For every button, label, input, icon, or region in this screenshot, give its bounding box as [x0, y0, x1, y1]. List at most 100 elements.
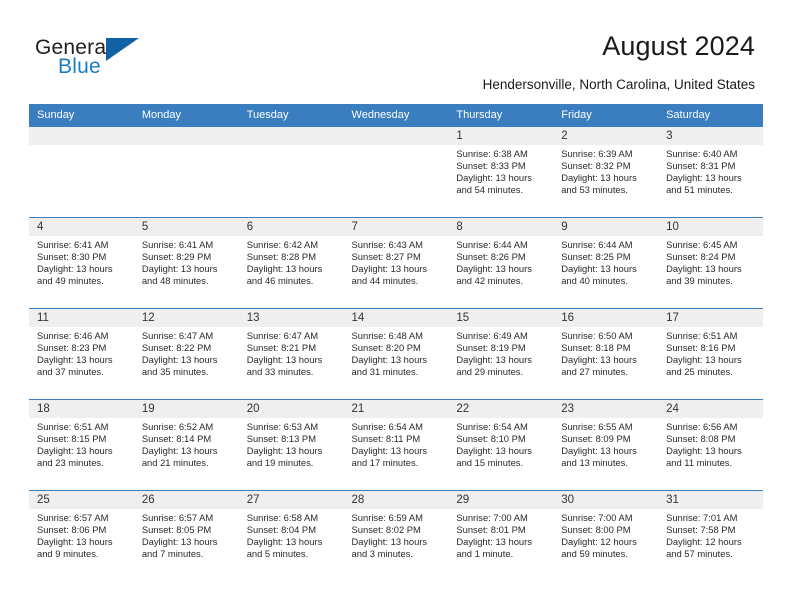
calendar-cell: 16 Sunrise: 6:50 AM Sunset: 8:18 PM Dayligh… [553, 308, 659, 400]
day-cell[interactable]: 1 Sunrise: 6:38 AM Sunset: 8:33 PM Daylight… [448, 127, 554, 216]
day-info-daylight-2: and 3 minutes. [351, 548, 414, 560]
day-cell[interactable]: 24 Sunrise: 6:56 AM Sunset: 8:08 PM Dayligh… [658, 400, 763, 489]
day-info-sunset: Sunset: 7:58 PM [666, 524, 736, 536]
day-info-sunrise: Sunrise: 6:58 AM [246, 512, 319, 523]
day-info-daylight-2: and 7 minutes. [141, 548, 204, 560]
calendar-cell: 15 Sunrise: 6:49 AM Sunset: 8:19 PM Dayligh… [448, 308, 554, 400]
day-sun-info: Sunrise: 6:52 AM Sunset: 8:14 PM Daylight:… [134, 418, 239, 469]
day-cell[interactable]: 23 Sunrise: 6:55 AM Sunset: 8:09 PM Dayligh… [553, 400, 659, 489]
calendar-empty-cell [133, 127, 239, 216]
day-info-sunset: Sunset: 8:29 PM [141, 251, 212, 263]
calendar-cell: 19 Sunrise: 6:52 AM Sunset: 8:14 PM Dayligh… [133, 399, 239, 491]
day-info-daylight-1: Daylight: 13 hours [561, 263, 637, 275]
day-number: 28 [343, 491, 449, 509]
day-info-sunrise: Sunrise: 6:56 AM [666, 421, 738, 432]
day-cell[interactable]: 26 Sunrise: 6:57 AM Sunset: 8:05 PM Dayligh… [133, 491, 239, 580]
day-info-daylight-1: Daylight: 13 hours [37, 445, 113, 457]
day-info-daylight-2: and 9 minutes. [37, 548, 99, 560]
day-cell[interactable]: 25 Sunrise: 6:57 AM Sunset: 8:06 PM Dayligh… [29, 491, 134, 580]
day-info-daylight-1: Daylight: 13 hours [246, 536, 323, 548]
day-info-daylight-1: Daylight: 13 hours [561, 172, 637, 184]
day-info-daylight-2: and 54 minutes. [456, 184, 524, 196]
calendar-cell: 7 Sunrise: 6:43 AM Sunset: 8:27 PM Daylight… [343, 217, 449, 309]
day-info-sunrise: Sunrise: 7:00 AM [456, 512, 528, 523]
day-sun-info: Sunrise: 6:58 AM Sunset: 8:04 PM Daylight:… [239, 509, 344, 560]
day-cell[interactable]: 6 Sunrise: 6:42 AM Sunset: 8:28 PM Daylight… [238, 218, 344, 307]
day-cell[interactable]: 20 Sunrise: 6:53 AM Sunset: 8:13 PM Dayligh… [238, 400, 344, 489]
day-sun-info: Sunrise: 6:45 AM Sunset: 8:24 PM Daylight:… [658, 236, 763, 287]
day-cell[interactable]: 19 Sunrise: 6:52 AM Sunset: 8:14 PM Dayligh… [133, 400, 239, 489]
calendar-empty-cell [29, 127, 134, 216]
day-info-daylight-1: Daylight: 13 hours [351, 354, 428, 366]
day-sun-info: Sunrise: 6:54 AM Sunset: 8:10 PM Daylight:… [448, 418, 553, 469]
weekday-header-monday: Monday [133, 104, 239, 127]
general-blue-logo[interactable]: General Blue [35, 36, 205, 86]
day-cell[interactable]: 18 Sunrise: 6:51 AM Sunset: 8:15 PM Dayligh… [29, 400, 134, 489]
day-info-sunrise: Sunrise: 7:01 AM [666, 512, 738, 523]
day-info-daylight-1: Daylight: 13 hours [666, 263, 742, 275]
day-info-sunset: Sunset: 8:15 PM [37, 433, 107, 445]
day-info-daylight-1: Daylight: 13 hours [456, 172, 532, 184]
day-info-daylight-1: Daylight: 13 hours [666, 354, 742, 366]
day-info-sunrise: Sunrise: 6:45 AM [666, 239, 738, 250]
day-cell[interactable]: 11 Sunrise: 6:46 AM Sunset: 8:23 PM Dayligh… [29, 309, 134, 398]
day-cell[interactable]: 8 Sunrise: 6:44 AM Sunset: 8:26 PM Daylight… [448, 218, 554, 307]
calendar-cell: 23 Sunrise: 6:55 AM Sunset: 8:09 PM Dayligh… [553, 399, 659, 491]
day-info-sunset: Sunset: 8:26 PM [456, 251, 526, 263]
day-sun-info: Sunrise: 6:59 AM Sunset: 8:02 PM Daylight:… [344, 509, 449, 560]
day-cell[interactable]: 30 Sunrise: 7:00 AM Sunset: 8:00 PM Dayligh… [553, 491, 659, 580]
day-sun-info: Sunrise: 7:01 AM Sunset: 7:58 PM Daylight:… [658, 509, 763, 560]
day-info-daylight-2: and 49 minutes. [37, 275, 104, 287]
calendar-cell [343, 127, 449, 218]
day-info-daylight-2: and 53 minutes. [561, 184, 628, 196]
day-info-daylight-2: and 46 minutes. [246, 275, 314, 287]
day-info-sunset: Sunset: 8:23 PM [37, 342, 107, 354]
day-number: 29 [448, 491, 554, 509]
calendar-cell: 28 Sunrise: 6:59 AM Sunset: 8:02 PM Dayligh… [343, 490, 449, 581]
day-info-sunset: Sunset: 8:25 PM [561, 251, 631, 263]
day-cell[interactable]: 14 Sunrise: 6:48 AM Sunset: 8:20 PM Dayligh… [343, 309, 449, 398]
day-info-sunrise: Sunrise: 6:54 AM [351, 421, 423, 432]
day-cell[interactable]: 31 Sunrise: 7:01 AM Sunset: 7:58 PM Dayligh… [658, 491, 763, 580]
day-number: 11 [29, 309, 134, 327]
day-info-daylight-2: and 19 minutes. [246, 457, 314, 469]
day-cell[interactable]: 17 Sunrise: 6:51 AM Sunset: 8:16 PM Dayligh… [658, 309, 763, 398]
day-cell[interactable]: 9 Sunrise: 6:44 AM Sunset: 8:25 PM Daylight… [553, 218, 659, 307]
day-info-daylight-2: and 40 minutes. [561, 275, 628, 287]
day-info-daylight-1: Daylight: 13 hours [351, 445, 428, 457]
day-cell[interactable]: 28 Sunrise: 6:59 AM Sunset: 8:02 PM Dayligh… [343, 491, 449, 580]
day-info-sunset: Sunset: 8:05 PM [141, 524, 212, 536]
day-number: 16 [553, 309, 659, 327]
day-cell[interactable]: 15 Sunrise: 6:49 AM Sunset: 8:19 PM Dayligh… [448, 309, 554, 398]
day-info-daylight-1: Daylight: 13 hours [456, 536, 532, 548]
day-cell[interactable]: 3 Sunrise: 6:40 AM Sunset: 8:31 PM Daylight… [658, 127, 763, 216]
day-info-sunset: Sunset: 8:09 PM [561, 433, 631, 445]
day-cell[interactable]: 7 Sunrise: 6:43 AM Sunset: 8:27 PM Daylight… [343, 218, 449, 307]
day-info-sunrise: Sunrise: 6:50 AM [561, 330, 633, 341]
empty-day-strip [133, 127, 239, 145]
day-cell[interactable]: 12 Sunrise: 6:47 AM Sunset: 8:22 PM Dayligh… [133, 309, 239, 398]
day-cell[interactable]: 21 Sunrise: 6:54 AM Sunset: 8:11 PM Dayligh… [343, 400, 449, 489]
day-cell[interactable]: 10 Sunrise: 6:45 AM Sunset: 8:24 PM Dayligh… [658, 218, 763, 307]
day-cell[interactable]: 16 Sunrise: 6:50 AM Sunset: 8:18 PM Dayligh… [553, 309, 659, 398]
day-cell[interactable]: 27 Sunrise: 6:58 AM Sunset: 8:04 PM Dayligh… [238, 491, 344, 580]
day-info-sunrise: Sunrise: 6:44 AM [561, 239, 633, 250]
day-cell[interactable]: 13 Sunrise: 6:47 AM Sunset: 8:21 PM Dayligh… [238, 309, 344, 398]
day-info-sunset: Sunset: 8:19 PM [456, 342, 526, 354]
day-cell[interactable]: 5 Sunrise: 6:41 AM Sunset: 8:29 PM Daylight… [133, 218, 239, 307]
day-info-sunset: Sunset: 8:24 PM [666, 251, 736, 263]
day-info-sunrise: Sunrise: 6:57 AM [141, 512, 214, 523]
weekday-header-tuesday: Tuesday [238, 104, 344, 127]
day-info-sunset: Sunset: 8:06 PM [37, 524, 107, 536]
day-cell[interactable]: 4 Sunrise: 6:41 AM Sunset: 8:30 PM Daylight… [29, 218, 134, 307]
day-info-sunrise: Sunrise: 6:57 AM [37, 512, 109, 523]
day-sun-info: Sunrise: 6:53 AM Sunset: 8:13 PM Daylight:… [239, 418, 344, 469]
day-info-daylight-1: Daylight: 13 hours [246, 445, 323, 457]
day-sun-info: Sunrise: 6:46 AM Sunset: 8:23 PM Daylight:… [29, 327, 134, 378]
day-cell[interactable]: 2 Sunrise: 6:39 AM Sunset: 8:32 PM Daylight… [553, 127, 659, 216]
day-info-sunrise: Sunrise: 6:47 AM [246, 330, 319, 341]
day-info-sunset: Sunset: 8:02 PM [351, 524, 421, 536]
day-cell[interactable]: 29 Sunrise: 7:00 AM Sunset: 8:01 PM Dayligh… [448, 491, 554, 580]
day-cell[interactable]: 22 Sunrise: 6:54 AM Sunset: 8:10 PM Dayligh… [448, 400, 554, 489]
day-info-sunrise: Sunrise: 6:51 AM [666, 330, 738, 341]
